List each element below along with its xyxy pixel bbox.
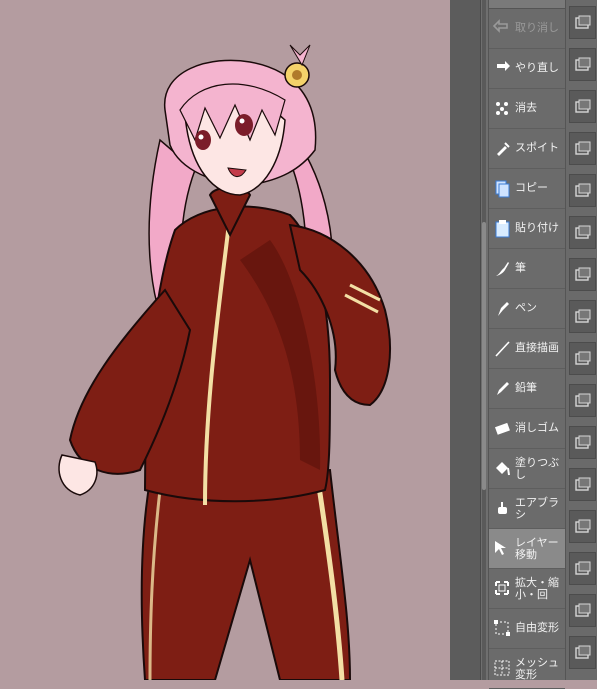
layer-thumb-11[interactable] <box>569 426 596 459</box>
tool-label: 消しゴム <box>515 421 559 434</box>
layer-icon <box>575 477 591 491</box>
tool-label: 貼り付け <box>515 221 559 234</box>
tool-pen[interactable]: ペン <box>489 289 565 329</box>
layer-move-icon <box>495 541 506 555</box>
character-illustration <box>58 44 391 680</box>
layer-icon <box>575 225 591 239</box>
layer-icon <box>575 141 591 155</box>
tool-label: 鉛筆 <box>515 381 537 394</box>
layer-thumb-16[interactable] <box>569 636 596 669</box>
tool-redo[interactable]: やり直し <box>489 49 565 89</box>
tool-label: 取り消し <box>515 21 559 34</box>
tool-label: ペン <box>515 301 537 314</box>
redo-icon <box>497 61 510 71</box>
toolbox-header <box>489 0 565 9</box>
layer-thumb-6[interactable] <box>569 216 596 249</box>
fill-bucket-icon <box>496 462 510 476</box>
panel-gutter <box>450 0 481 680</box>
tool-pencil[interactable]: 鉛筆 <box>489 369 565 409</box>
layer-icon <box>575 519 591 533</box>
tool-label: 筆 <box>515 261 526 274</box>
layer-thumb-1[interactable] <box>569 6 596 39</box>
pencil-icon <box>497 382 509 395</box>
tool-label: 消去 <box>515 101 537 114</box>
tool-eyedropper[interactable]: スポイト <box>489 129 565 169</box>
brush-icon <box>496 262 509 276</box>
right-panel: 取り消しやり直し消去スポイトコピー貼り付け筆ペン直接描画鉛筆消しゴム塗りつぶ し… <box>450 0 597 689</box>
tool-paste[interactable]: 貼り付け <box>489 209 565 249</box>
tool-fill-bucket[interactable]: 塗りつぶ し <box>489 449 565 489</box>
tool-label: エアブラ シ <box>515 496 559 521</box>
layer-icon <box>575 267 591 281</box>
layer-icon-strip <box>566 0 597 680</box>
pen-icon <box>498 302 509 316</box>
layer-icon <box>575 15 591 29</box>
tool-label: 拡大・縮 小・回 <box>515 576 559 601</box>
tool-label: メッシュ 変形 <box>515 656 559 681</box>
layer-icon <box>575 603 591 617</box>
mesh-transform-icon <box>494 660 510 676</box>
layer-icon <box>575 57 591 71</box>
layer-icon <box>575 351 591 365</box>
line-icon <box>495 341 510 357</box>
layer-icon <box>575 99 591 113</box>
layer-thumb-3[interactable] <box>569 90 596 123</box>
eraser-icon <box>494 422 510 435</box>
layer-thumb-12[interactable] <box>569 468 596 501</box>
layer-icon <box>575 183 591 197</box>
layer-icon <box>575 309 591 323</box>
layer-thumb-10[interactable] <box>569 384 596 417</box>
tool-label: やり直し <box>515 61 559 74</box>
tool-line[interactable]: 直接描画 <box>489 329 565 369</box>
layer-icon <box>575 435 591 449</box>
tool-free-transform[interactable]: 自由変形 <box>489 609 565 649</box>
free-transform-icon <box>494 620 510 636</box>
erase-icon <box>496 102 508 115</box>
layer-thumb-7[interactable] <box>569 258 596 291</box>
paste-icon <box>495 220 510 238</box>
copy-icon <box>495 180 510 198</box>
tool-label: コピー <box>515 181 548 194</box>
layer-thumb-4[interactable] <box>569 132 596 165</box>
tool-brush[interactable]: 筆 <box>489 249 565 289</box>
airbrush-icon <box>498 502 507 514</box>
command-toolbox: 取り消しやり直し消去スポイトコピー貼り付け筆ペン直接描画鉛筆消しゴム塗りつぶ し… <box>488 0 566 689</box>
drawing-canvas[interactable] <box>0 0 450 680</box>
layer-thumb-5[interactable] <box>569 174 596 207</box>
layer-thumb-2[interactable] <box>569 48 596 81</box>
tool-layer-move[interactable]: レイヤー 移動 <box>489 529 565 569</box>
tool-label: 塗りつぶ し <box>515 456 560 481</box>
tool-airbrush[interactable]: エアブラ シ <box>489 489 565 529</box>
tool-label: スポイト <box>515 141 559 154</box>
layer-thumb-15[interactable] <box>569 594 596 627</box>
tool-scale-rotate[interactable]: 拡大・縮 小・回 <box>489 569 565 609</box>
layer-thumb-14[interactable] <box>569 552 596 585</box>
undo-icon <box>492 19 508 33</box>
tool-mesh-transform[interactable]: メッシュ 変形 <box>489 649 565 689</box>
tool-eraser[interactable]: 消しゴム <box>489 409 565 449</box>
tool-label: レイヤー 移動 <box>515 536 559 561</box>
layer-icon <box>575 561 591 575</box>
tool-scroll-thumb[interactable] <box>482 222 486 490</box>
tool-copy[interactable]: コピー <box>489 169 565 209</box>
layer-thumb-9[interactable] <box>569 342 596 375</box>
tool-label: 自由変形 <box>515 621 559 634</box>
tool-undo[interactable]: 取り消し <box>489 9 565 49</box>
layer-thumb-13[interactable] <box>569 510 596 543</box>
layer-icon <box>575 645 591 659</box>
tool-label: 直接描画 <box>515 341 559 354</box>
layer-thumb-8[interactable] <box>569 300 596 333</box>
tool-erase[interactable]: 消去 <box>489 89 565 129</box>
scale-rotate-icon <box>495 581 509 595</box>
layer-icon <box>575 393 591 407</box>
eyedropper-icon <box>497 142 510 156</box>
